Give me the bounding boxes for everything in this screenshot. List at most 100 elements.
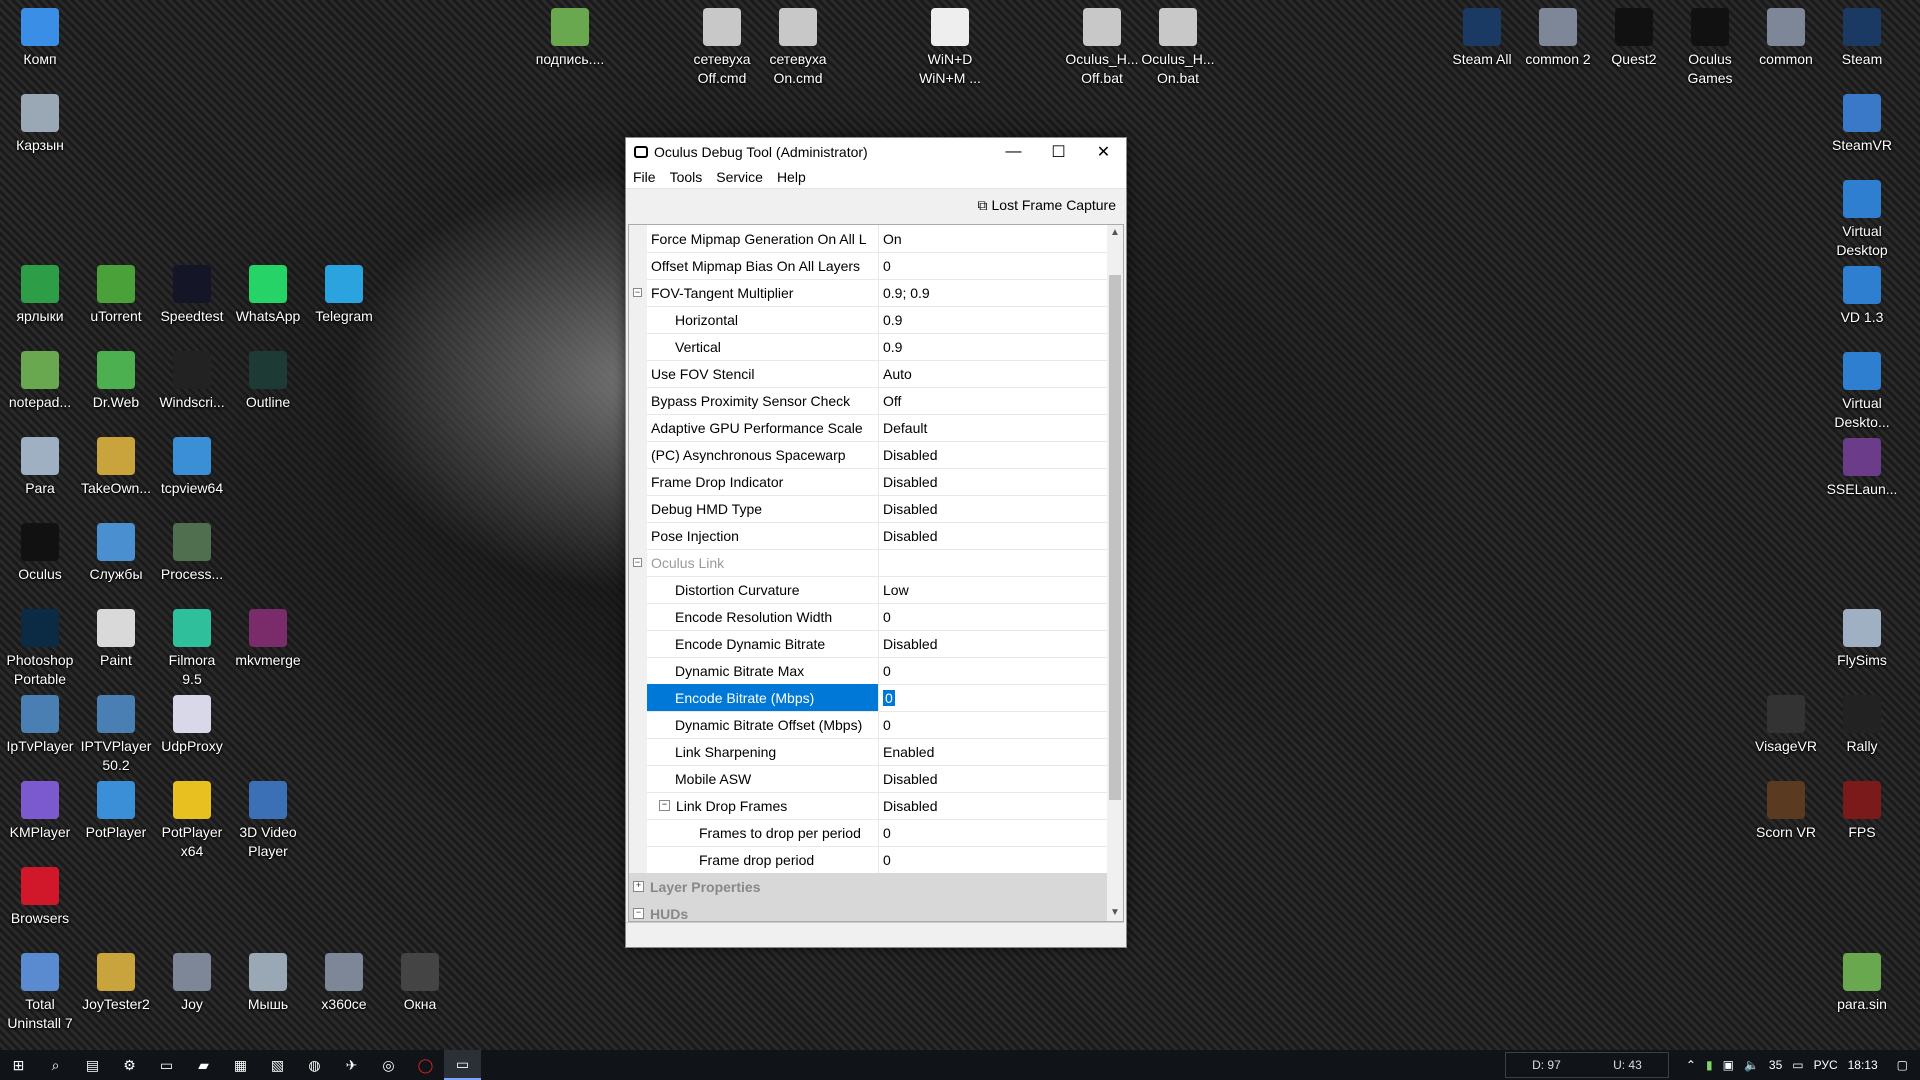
collapse-icon[interactable]: − [633,288,642,297]
property-row[interactable]: Frame Drop Indicator Disabled [629,468,1107,496]
oculus-debug-tool-taskbar-icon[interactable]: ▭ [444,1050,481,1080]
property-name[interactable]: Bypass Proximity Sensor Check [647,387,879,414]
property-row[interactable]: Link Sharpening Enabled [629,738,1107,766]
desktop-icon[interactable]: Quest2 [1594,8,1674,69]
property-value[interactable]: Default [879,414,1107,441]
folder-icon[interactable]: ▰ [185,1050,222,1080]
category-row[interactable]: + Layer Properties [629,873,1107,900]
title-bar[interactable]: Oculus Debug Tool (Administrator) — ☐ ✕ [626,138,1126,166]
property-value[interactable]: Disabled [879,630,1107,657]
property-value[interactable]: 0.9 [879,306,1107,333]
notifications-icon[interactable]: ▢ [1897,1058,1908,1072]
desktop-icon[interactable]: Scorn VR [1746,781,1826,842]
opera-icon[interactable]: ◯ [407,1050,444,1080]
desktop-icon[interactable]: Карзын [0,94,80,155]
property-row[interactable]: (PC) Asynchronous Spacewarp Disabled [629,441,1107,469]
menu-tools[interactable]: Tools [663,169,710,185]
vr-headset-icon[interactable]: ▭ [148,1050,185,1080]
desktop-icon[interactable]: mkvmerge [228,609,308,670]
expand-icon[interactable]: − [633,908,644,919]
expand-icon[interactable]: + [633,881,644,892]
property-value[interactable]: 0 [879,684,1107,711]
property-row[interactable]: − Oculus Link [629,549,1107,577]
desktop-icon[interactable]: uTorrent [76,265,156,326]
property-name[interactable]: Encode Bitrate (Mbps) [647,684,879,711]
desktop-icon[interactable]: Мышь [228,953,308,1014]
scroll-up-icon[interactable]: ▲ [1107,225,1123,241]
category-row[interactable]: − HUDs [629,900,1107,921]
property-value[interactable]: Disabled [879,441,1107,468]
property-row[interactable]: Pose Injection Disabled [629,522,1107,550]
desktop-icon[interactable]: ярлыки [0,265,80,326]
property-value[interactable]: 0 [879,657,1107,684]
desktop-icon[interactable]: para.sin [1822,953,1902,1014]
menu-help[interactable]: Help [770,169,813,185]
property-value[interactable]: Disabled [879,495,1107,522]
scrollbar-thumb[interactable] [1109,275,1121,800]
property-row[interactable]: Bypass Proximity Sensor Check Off [629,387,1107,415]
store-icon[interactable]: ▦ [222,1050,259,1080]
property-name[interactable]: Use FOV Stencil [647,360,879,387]
property-name[interactable]: Dynamic Bitrate Offset (Mbps) [647,711,879,738]
property-value[interactable]: 0 [879,252,1107,279]
desktop-icon[interactable]: FlySims [1822,609,1902,670]
gamepad-icon[interactable]: ◎ [370,1050,407,1080]
desktop-icon[interactable]: common 2 [1518,8,1598,69]
property-row[interactable]: Encode Dynamic Bitrate Disabled [629,630,1107,658]
desktop-icon[interactable]: Oculus_H... On.bat [1138,8,1218,88]
property-value[interactable]: Disabled [879,522,1107,549]
property-value[interactable] [879,549,1107,576]
desktop-icon[interactable]: notepad... [0,351,80,412]
property-name[interactable]: (PC) Asynchronous Spacewarp [647,441,879,468]
desktop-icon[interactable]: Службы [76,523,156,584]
desktop-icon[interactable]: Steam [1822,8,1902,69]
scroll-down-icon[interactable]: ▼ [1107,905,1123,921]
property-row[interactable]: Adaptive GPU Performance Scale Default [629,414,1107,442]
minimize-button[interactable]: — [991,138,1036,166]
collapse-icon[interactable]: − [633,558,642,567]
desktop-icon[interactable]: WhatsApp [228,265,308,326]
property-row[interactable]: Offset Mipmap Bias On All Layers 0 [629,252,1107,280]
maximize-button[interactable]: ☐ [1036,138,1081,166]
start-icon[interactable]: ⊞ [0,1050,37,1080]
property-name[interactable]: Vertical [647,333,879,360]
property-value[interactable]: Disabled [879,792,1107,819]
collapse-icon[interactable]: − [659,800,670,811]
desktop-icon[interactable]: Browsers [0,867,80,928]
property-value-input[interactable]: 0 [883,689,895,706]
desktop-icon[interactable]: Para [0,437,80,498]
desktop-icon[interactable]: VD 1.3 [1822,266,1902,327]
signal-icon[interactable]: ▮ [1706,1058,1713,1072]
property-row[interactable]: Encode Bitrate (Mbps) 0 [629,684,1107,712]
file-icon[interactable]: ▤ [74,1050,111,1080]
property-name[interactable]: Encode Resolution Width [647,603,879,630]
desktop-icon[interactable]: Oculus [0,523,80,584]
menu-service[interactable]: Service [709,169,770,185]
property-row[interactable]: Dynamic Bitrate Offset (Mbps) 0 [629,711,1107,739]
property-row[interactable]: Use FOV Stencil Auto [629,360,1107,388]
desktop-icon[interactable]: Telegram [304,265,384,326]
desktop-icon[interactable]: сетевуха Off.cmd [682,8,762,88]
browser-icon[interactable]: ◍ [296,1050,333,1080]
menu-file[interactable]: File [626,169,663,185]
desktop-icon[interactable]: FPS [1822,781,1902,842]
property-row[interactable]: Frame drop period 0 [629,846,1107,874]
property-row[interactable]: Horizontal 0.9 [629,306,1107,334]
property-value[interactable]: 0 [879,711,1107,738]
desktop-icon[interactable]: WiN+D WiN+M ... [910,8,990,88]
property-name[interactable]: FOV-Tangent Multiplier [647,279,879,306]
desktop-icon[interactable]: tcpview64 [152,437,232,498]
desktop-icon[interactable]: KMPlayer [0,781,80,842]
property-row[interactable]: Dynamic Bitrate Max 0 [629,657,1107,685]
property-name[interactable]: Encode Dynamic Bitrate [647,630,879,657]
desktop-icon[interactable]: подпись.... [530,8,610,69]
property-name[interactable]: Force Mipmap Generation On All L [647,225,879,252]
desktop-icon[interactable]: common [1746,8,1826,69]
property-name[interactable]: Oculus Link [647,549,879,576]
property-value[interactable]: On [879,225,1107,252]
property-value[interactable]: Off [879,387,1107,414]
oculus-debug-tool-window[interactable]: Oculus Debug Tool (Administrator) — ☐ ✕ … [625,137,1127,948]
search-icon[interactable]: ⌕ [37,1050,74,1080]
desktop-icon[interactable]: SSELaun... [1822,438,1902,499]
property-row[interactable]: Encode Resolution Width 0 [629,603,1107,631]
